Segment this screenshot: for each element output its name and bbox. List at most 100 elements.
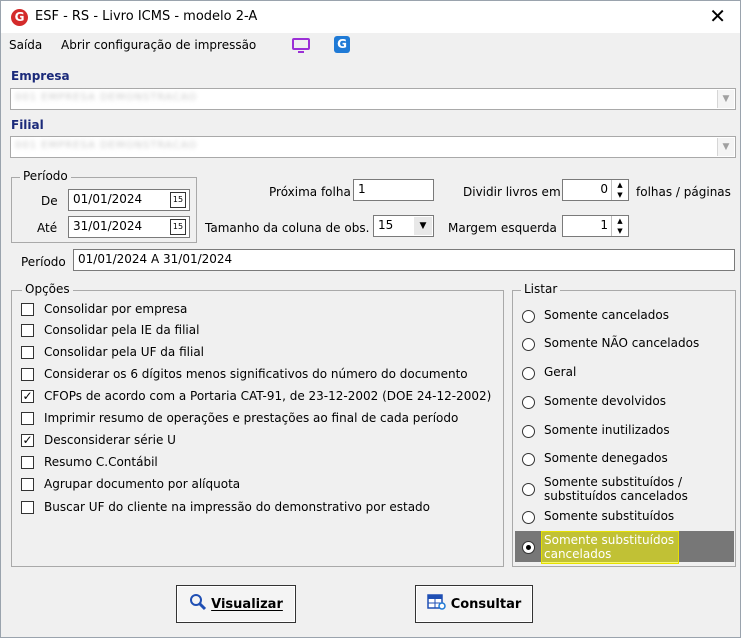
periodo-group-title: Período [20, 169, 71, 183]
radio-label-line: Somente inutilizados [544, 423, 670, 437]
radio-button[interactable] [522, 367, 535, 380]
radio-label: Geral [544, 365, 576, 379]
calendar-icon[interactable]: 15 [170, 192, 186, 208]
margem-esquerda-value: 1 [600, 218, 608, 232]
empresa-value: 001 EMPRESA DEMONSTRACAO [15, 92, 198, 103]
radio-button[interactable] [522, 541, 535, 554]
radio-button[interactable] [522, 310, 535, 323]
ate-date-field[interactable]: 31/01/2024 15 [68, 216, 190, 238]
margem-esquerda-spinner[interactable]: 1 ▲ ▼ [562, 215, 629, 237]
table-search-icon [426, 593, 447, 615]
chevron-down-icon[interactable]: ▼ [717, 138, 734, 156]
empresa-label: Empresa [11, 69, 70, 83]
option-label: Imprimir resumo de operações e prestaçõe… [44, 411, 459, 425]
spinner-down-icon[interactable]: ▼ [612, 226, 628, 236]
dividir-livros-suffix: folhas / páginas [636, 185, 731, 199]
radio-label-line: Somente cancelados [544, 308, 669, 322]
chevron-down-icon[interactable]: ▼ [717, 90, 734, 108]
radio-label-line: Somente substituídos [544, 533, 675, 547]
dividir-livros-label: Dividir livros em [463, 185, 561, 199]
margem-esquerda-label: Margem esquerda [448, 221, 557, 235]
chevron-down-icon[interactable]: ▼ [414, 217, 432, 235]
g-logo-icon[interactable]: G [334, 36, 350, 53]
spinner-down-icon[interactable]: ▼ [612, 190, 628, 200]
tamanho-coluna-label: Tamanho da coluna de obs. [205, 221, 370, 235]
checkbox[interactable] [21, 324, 34, 337]
title-bar: G ESF - RS - Livro ICMS - modelo 2-A ✕ [1, 1, 740, 33]
spinner-up-icon[interactable]: ▲ [612, 180, 628, 190]
radio-button[interactable] [522, 453, 535, 466]
radio-button[interactable] [522, 511, 535, 524]
proxima-folha-input[interactable]: 1 [353, 179, 434, 201]
radio-label-line: substituídos cancelados [544, 489, 688, 503]
radio-label-line: Somente devolvidos [544, 394, 666, 408]
checkbox[interactable] [21, 368, 34, 381]
menu-exit[interactable]: Saída [9, 38, 42, 52]
tamanho-coluna-value: 15 [378, 218, 394, 232]
empresa-select[interactable]: 001 EMPRESA DEMONSTRACAO ▼ [10, 88, 736, 110]
checkbox[interactable] [21, 478, 34, 491]
checkbox[interactable] [21, 303, 34, 316]
radio-dot [526, 545, 531, 550]
checkbox[interactable] [21, 346, 34, 359]
ate-label: Até [37, 221, 58, 235]
periodo-value: 01/01/2024 A 31/01/2024 [78, 252, 233, 266]
visualizar-button[interactable]: Visualizar [176, 585, 296, 623]
periodo-field-label: Período [21, 255, 66, 269]
radio-label-line: Somente substituídos [544, 509, 675, 523]
radio-button[interactable] [522, 338, 535, 351]
close-icon[interactable]: ✕ [709, 5, 726, 27]
spinner-up-icon[interactable]: ▲ [612, 216, 628, 226]
radio-label: Somente substituídos / substituídos cance… [544, 475, 688, 503]
option-label: Desconsiderar série U [44, 433, 176, 447]
radio-label-line: Somente denegados [544, 451, 668, 465]
option-label: Resumo C.Contábil [44, 455, 158, 469]
radio-button[interactable] [522, 425, 535, 438]
opcoes-group-title: Opções [22, 282, 73, 296]
radio-label-line: cancelados [544, 547, 612, 561]
radio-button[interactable] [522, 483, 535, 496]
checkbox[interactable] [21, 412, 34, 425]
consultar-button[interactable]: Consultar [415, 585, 533, 623]
consultar-label: Consultar [450, 596, 522, 612]
option-label: Agrupar documento por alíquota [44, 477, 241, 491]
radio-label: Somente substituídos [544, 509, 674, 523]
checkbox[interactable] [21, 456, 34, 469]
dividir-livros-value: 0 [600, 182, 608, 196]
listar-group-title: Listar [521, 282, 561, 296]
option-label: Consolidar pela IE da filial [44, 323, 200, 337]
de-label: De [41, 194, 58, 208]
filial-label: Filial [11, 118, 44, 132]
radio-label-line: Somente substituídos / [544, 475, 683, 489]
filial-value: 001 EMPRESA DEMONSTRACAO [15, 140, 198, 151]
monitor-icon[interactable] [291, 37, 311, 58]
spinner-buttons: ▲ ▼ [611, 180, 628, 200]
menu-open-print-config[interactable]: Abrir configuração de impressão [61, 38, 256, 52]
window-title: ESF - RS - Livro ICMS - modelo 2-A [35, 9, 258, 24]
checkbox[interactable] [21, 501, 34, 514]
de-date-field[interactable]: 01/01/2024 15 [68, 189, 190, 211]
checkbox[interactable]: ✓ [21, 390, 34, 403]
radio-label: Somente NÃO cancelados [544, 336, 699, 350]
calendar-icon[interactable]: 15 [170, 219, 186, 235]
radio-button[interactable] [522, 396, 535, 409]
option-label: Consolidar pela UF da filial [44, 345, 205, 359]
spinner-buttons: ▲ ▼ [611, 216, 628, 236]
radio-label: Somente cancelados [544, 308, 669, 322]
radio-label: Somente devolvidos [544, 394, 666, 408]
tamanho-coluna-select[interactable]: 15 ▼ [373, 215, 434, 237]
checkbox[interactable]: ✓ [21, 434, 34, 447]
magnifier-icon [189, 593, 207, 615]
radio-label-line: Geral [544, 365, 577, 379]
main-window: G ESF - RS - Livro ICMS - modelo 2-A ✕ S… [0, 0, 741, 638]
app-logo-icon: G [11, 9, 28, 26]
option-label: CFOPs de acordo com a Portaria CAT-91, d… [44, 389, 492, 403]
option-label: Considerar os 6 dígitos menos significat… [44, 367, 468, 381]
periodo-input[interactable]: 01/01/2024 A 31/01/2024 [73, 249, 735, 271]
dividir-livros-spinner[interactable]: 0 ▲ ▼ [562, 179, 629, 201]
option-label: Consolidar por empresa [44, 302, 188, 316]
filial-select[interactable]: 001 EMPRESA DEMONSTRACAO ▼ [10, 136, 736, 158]
menu-bar: Saída Abrir configuração de impressão G [1, 35, 740, 57]
radio-label-line: Somente NÃO cancelados [544, 336, 700, 350]
radio-label: Somente substituídos cancelados [544, 533, 674, 561]
